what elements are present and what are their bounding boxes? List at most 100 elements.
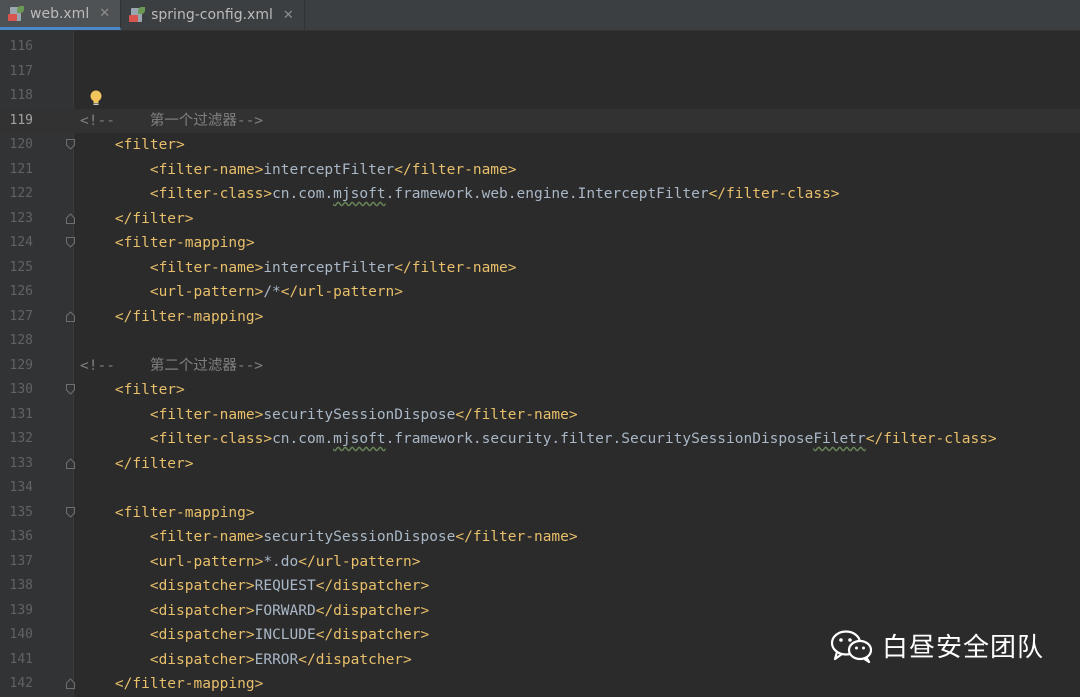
code-line[interactable]: 138 <dispatcher>REQUEST</dispatcher> <box>0 574 1080 599</box>
code-line[interactable]: 134 <box>0 476 1080 501</box>
line-number: 132 <box>9 431 33 446</box>
line-number: 131 <box>9 406 33 422</box>
line-number: 123 <box>9 210 33 226</box>
fold-open-icon[interactable] <box>66 139 75 150</box>
code-line[interactable]: 139 <dispatcher>FORWARD</dispatcher> <box>0 599 1080 624</box>
lightbulb-icon[interactable] <box>88 89 104 107</box>
code-line[interactable]: 127 </filter-mapping> <box>0 305 1080 330</box>
fold-close-icon[interactable] <box>66 310 75 322</box>
code-line[interactable]: 128 <box>0 329 1080 354</box>
xml-tag: </filter-name> <box>455 406 578 423</box>
code-line[interactable]: 125 <filter-name>interceptFilter</filter… <box>0 256 1080 281</box>
xml-tag: </dispatcher> <box>298 651 412 668</box>
code-line[interactable]: 122 <filter-class>cn.com.mjsoft.framewor… <box>0 182 1080 207</box>
line-number: 133 <box>9 455 33 471</box>
code-text: <filter-name>securitySessionDispose</fil… <box>80 525 578 550</box>
fold-open-icon[interactable] <box>66 237 75 248</box>
code-text: </filter-mapping> <box>80 305 263 330</box>
line-number: 134 <box>9 480 33 495</box>
wechat-watermark: 白昼安全团队 <box>830 627 1044 664</box>
tab-label: web.xml <box>30 5 90 22</box>
xml-tag: </filter-name> <box>394 161 517 178</box>
xml-text: mjsoft <box>333 431 386 447</box>
code-line[interactable]: 117 <box>0 60 1080 85</box>
xml-tag: <filter-class> <box>80 186 273 202</box>
code-line[interactable]: 142 </filter-mapping> <box>0 672 1080 697</box>
line-number: 138 <box>9 578 33 593</box>
code-text: <dispatcher>REQUEST</dispatcher> <box>80 574 429 599</box>
xml-text: ERROR <box>254 651 299 668</box>
xml-tag: <filter-name> <box>80 161 264 178</box>
xml-tag: </dispatcher> <box>315 627 430 643</box>
code-line[interactable]: 118 <box>0 84 1080 109</box>
fold-open-icon[interactable] <box>66 384 75 395</box>
code-text: </filter> <box>80 452 194 477</box>
xml-tag: </url-pattern> <box>280 284 404 300</box>
line-number: 142 <box>9 676 33 691</box>
xml-text: interceptFilter <box>263 259 395 276</box>
code-line[interactable]: 130 <filter> <box>0 378 1080 403</box>
fold-open-icon[interactable] <box>66 506 75 518</box>
xml-tag: <dispatcher> <box>80 651 255 668</box>
xml-text: .framework.security.filter.SecuritySessi… <box>385 431 814 447</box>
code-line[interactable]: 136 <filter-name>securitySessionDispose<… <box>0 525 1080 550</box>
xml-text: interceptFilter <box>263 161 395 178</box>
fold-close-icon[interactable] <box>66 678 75 689</box>
code-text: <filter-class>cn.com.mjsoft.framework.se… <box>80 427 997 452</box>
xml-tag: <dispatcher> <box>80 578 255 594</box>
close-icon[interactable]: ✕ <box>99 6 110 21</box>
xml-text: mjsoft <box>333 186 386 202</box>
code-line[interactable]: 124 <filter-mapping> <box>0 231 1080 256</box>
xml-tag: </filter-mapping> <box>80 676 264 692</box>
line-number: 135 <box>9 504 33 520</box>
close-icon[interactable]: ✕ <box>283 8 294 23</box>
line-number: 136 <box>9 529 33 544</box>
code-line[interactable]: 126 <url-pattern>/*</url-pattern> <box>0 280 1080 305</box>
fold-close-icon[interactable] <box>66 212 75 224</box>
xml-tag: <filter> <box>80 382 185 398</box>
line-number: 118 <box>9 88 33 103</box>
xml-tag: <url-pattern> <box>80 553 264 570</box>
code-line[interactable]: 133 </filter> <box>0 452 1080 477</box>
line-number: 121 <box>9 161 33 177</box>
code-line[interactable]: 131 <filter-name>securitySessionDispose<… <box>0 403 1080 428</box>
code-text: <url-pattern>*.do</url-pattern> <box>80 550 421 575</box>
code-line[interactable]: 123 </filter> <box>0 207 1080 232</box>
xml-tag: </filter> <box>80 455 194 472</box>
xml-text: INCLUDE <box>254 627 316 643</box>
fold-close-icon[interactable] <box>66 457 75 469</box>
code-line[interactable]: 135 <filter-mapping> <box>0 501 1080 526</box>
line-number: 124 <box>9 235 33 250</box>
watermark-text: 白昼安全团队 <box>881 633 1044 663</box>
tab-spring-config-xml[interactable]: spring-config.xml ✕ <box>121 0 305 30</box>
xml-text: *.do <box>263 553 299 570</box>
xml-tag: </dispatcher> <box>315 578 430 594</box>
code-line[interactable]: 129 <!-- 第二个过滤器--> <box>0 354 1080 379</box>
xml-tag: <filter-mapping> <box>80 235 255 251</box>
code-text: <url-pattern>/*</url-pattern> <box>80 280 403 305</box>
tab-web-xml[interactable]: web.xml ✕ <box>0 0 122 30</box>
xml-text: FORWARD <box>254 602 316 619</box>
xml-comment: <!-- 第二个过滤器--> <box>80 357 264 374</box>
xml-tag: <dispatcher> <box>80 602 255 619</box>
code-line[interactable]: 132 <filter-class>cn.com.mjsoft.framewor… <box>0 427 1080 452</box>
code-line[interactable]: 119 <!-- 第一个过滤器--> <box>0 108 1080 133</box>
line-number: 128 <box>9 333 33 348</box>
code-line[interactable]: 121 <filter-name>interceptFilter</filter… <box>0 158 1080 183</box>
code-line[interactable]: 116 <box>0 35 1080 60</box>
code-text: <filter> <box>80 133 185 158</box>
xml-text: Filetr <box>813 431 866 447</box>
code-text: <filter-name>interceptFilter</filter-nam… <box>80 158 517 183</box>
xml-tag: <dispatcher> <box>80 627 255 643</box>
xml-tag: </filter-class> <box>865 431 997 447</box>
xml-file-icon <box>129 7 146 23</box>
line-number: 125 <box>9 259 33 275</box>
code-editor[interactable]: 116 117 118 119 <!-- 第一个过滤器--> 120 <filter> 12… <box>0 31 1080 697</box>
code-line[interactable]: 137 <url-pattern>*.do</url-pattern> <box>0 550 1080 575</box>
wechat-icon <box>830 629 873 663</box>
xml-file-icon <box>8 5 24 22</box>
xml-tag: </url-pattern> <box>298 553 421 570</box>
code-line[interactable]: 120 <filter> <box>0 133 1080 158</box>
line-number: 127 <box>9 308 33 324</box>
code-text: <filter> <box>80 378 185 403</box>
